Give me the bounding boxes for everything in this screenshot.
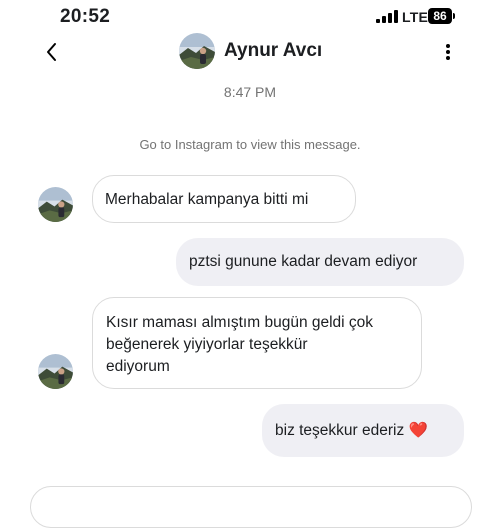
message-timestamp: 8:47 PM xyxy=(223,84,277,100)
avatar[interactable] xyxy=(179,33,215,69)
status-time: 20:52 xyxy=(60,6,111,27)
contact-name[interactable]: Aynur Avcı xyxy=(224,40,322,62)
message-text: biz teşekkur ederiz ❤️ xyxy=(275,422,428,439)
message-line: Kısır maması almıştım bugün geldi çok xyxy=(106,314,374,331)
network-label: LTE xyxy=(402,9,429,25)
status-bar: 20:52 LTE 86 xyxy=(0,0,500,34)
message-text: pztsi gunune kadar devam ediyor xyxy=(189,253,418,270)
received-message[interactable]: Kısır maması almıştım bugün geldi çok be… xyxy=(92,297,422,389)
message-composer[interactable] xyxy=(30,486,472,528)
avatar[interactable] xyxy=(38,354,73,389)
avatar[interactable] xyxy=(38,187,73,222)
chevron-left-icon[interactable] xyxy=(42,40,62,64)
battery-tip xyxy=(453,13,455,19)
sent-message[interactable]: pztsi gunune kadar devam ediyor xyxy=(176,238,464,286)
signal-icon xyxy=(376,10,398,23)
instagram-notice: Go to Instagram to view this message. xyxy=(139,137,361,152)
sent-message[interactable]: biz teşekkur ederiz ❤️ xyxy=(262,404,464,457)
more-vertical-icon[interactable] xyxy=(440,40,456,64)
message-text: Merhabalar kampanya bitti mi xyxy=(105,191,309,208)
received-message[interactable]: Merhabalar kampanya bitti mi xyxy=(92,175,356,223)
battery-icon: 86 xyxy=(428,8,452,24)
message-line: beğenerek yiyiyorlar teşekkür xyxy=(106,336,308,353)
message-line: ediyorum xyxy=(106,358,170,375)
